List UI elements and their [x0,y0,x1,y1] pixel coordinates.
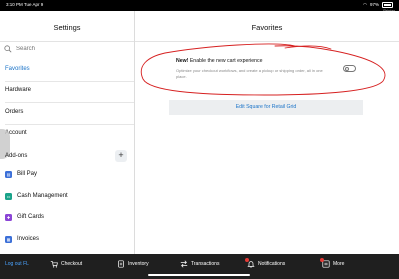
transactions-icon [180,260,188,267]
addon-bill-pay[interactable]: ▤ Bill Pay [5,168,131,180]
status-bar: 3:10 PM Tue Apr 9 ◠ 97% [0,0,399,11]
divider [5,81,134,82]
bill-pay-icon: ▤ [5,170,12,178]
new-cart-setting: New! Enable the new cart experience Opti… [173,56,363,96]
addon-label: Bill Pay [17,171,38,177]
divider [5,124,134,125]
more-icon-wrap [320,257,333,268]
search-bar[interactable] [4,42,130,56]
addon-gift-cards[interactable]: ✚ Gift Cards [5,211,131,223]
more-badge [320,257,324,262]
sidebar-item-hardware[interactable]: Hardware [5,87,131,93]
new-cart-toggle[interactable] [343,65,356,72]
search-input[interactable] [16,46,116,52]
page-title: Favorites [251,23,283,32]
addon-invoices[interactable]: ▦ Invoices [5,233,131,245]
addon-label: Invoices [17,236,40,242]
edit-retail-grid-button[interactable]: Edit Square for Retail Grid [169,100,363,115]
sidebar-title: Settings [53,23,81,32]
add-addon-button[interactable]: + [115,150,127,162]
addon-label: Gift Cards [17,214,45,220]
tab-checkout[interactable]: Checkout [50,254,82,273]
main-divider [135,41,399,42]
invoices-icon: ▦ [5,235,12,243]
sidebar-item-favorites[interactable]: Favorites [5,66,131,72]
inventory-icon [118,259,124,268]
tab-label: More [333,260,345,267]
gift-cards-icon: ✚ [5,213,12,221]
favorites-panel: Favorites New! Enable the new cart exper… [135,11,399,254]
bottom-tab-bar: Log out FL Checkout Inventory Transactio… [0,254,399,279]
new-label: New! [176,58,189,64]
tab-label: Transactions [191,260,220,267]
cart-icon [50,260,58,268]
addons-header: Add-ons [5,153,28,159]
status-time: 3:10 PM Tue Apr 9 [6,2,44,7]
cart-setting-title: New! Enable the new cart experience [176,58,263,64]
tab-more[interactable]: More [320,254,345,273]
tab-label: Inventory [128,260,149,267]
tab-label: Notifications [258,260,286,267]
divider [5,102,134,103]
addon-label: Cash Management [17,193,68,199]
settings-sidebar: Settings Favorites Hardware Orders Accou… [0,11,135,254]
logout-link[interactable]: Log out FL [5,254,29,273]
sidebar-item-account[interactable]: Account [5,130,131,136]
battery-percent: 97% [369,2,379,7]
addon-cash-management[interactable]: ▭ Cash Management [5,190,131,202]
cart-setting-description: Optimize your checkout workflows, and cr… [176,68,323,79]
tab-label: Checkout [61,260,83,267]
cart-title-text: Enable the new cart experience [188,58,263,64]
notification-badge [245,257,249,262]
search-icon [4,45,12,53]
wifi-icon: ◠ [363,2,367,7]
home-indicator [148,274,250,276]
cash-management-icon: ▭ [5,192,12,200]
tab-notifications[interactable]: Notifications [245,254,286,273]
notifications-icon-wrap [245,257,258,268]
tab-inventory[interactable]: Inventory [117,254,149,273]
tab-transactions[interactable]: Transactions [180,254,219,273]
sidebar-item-orders[interactable]: Orders [5,109,131,115]
